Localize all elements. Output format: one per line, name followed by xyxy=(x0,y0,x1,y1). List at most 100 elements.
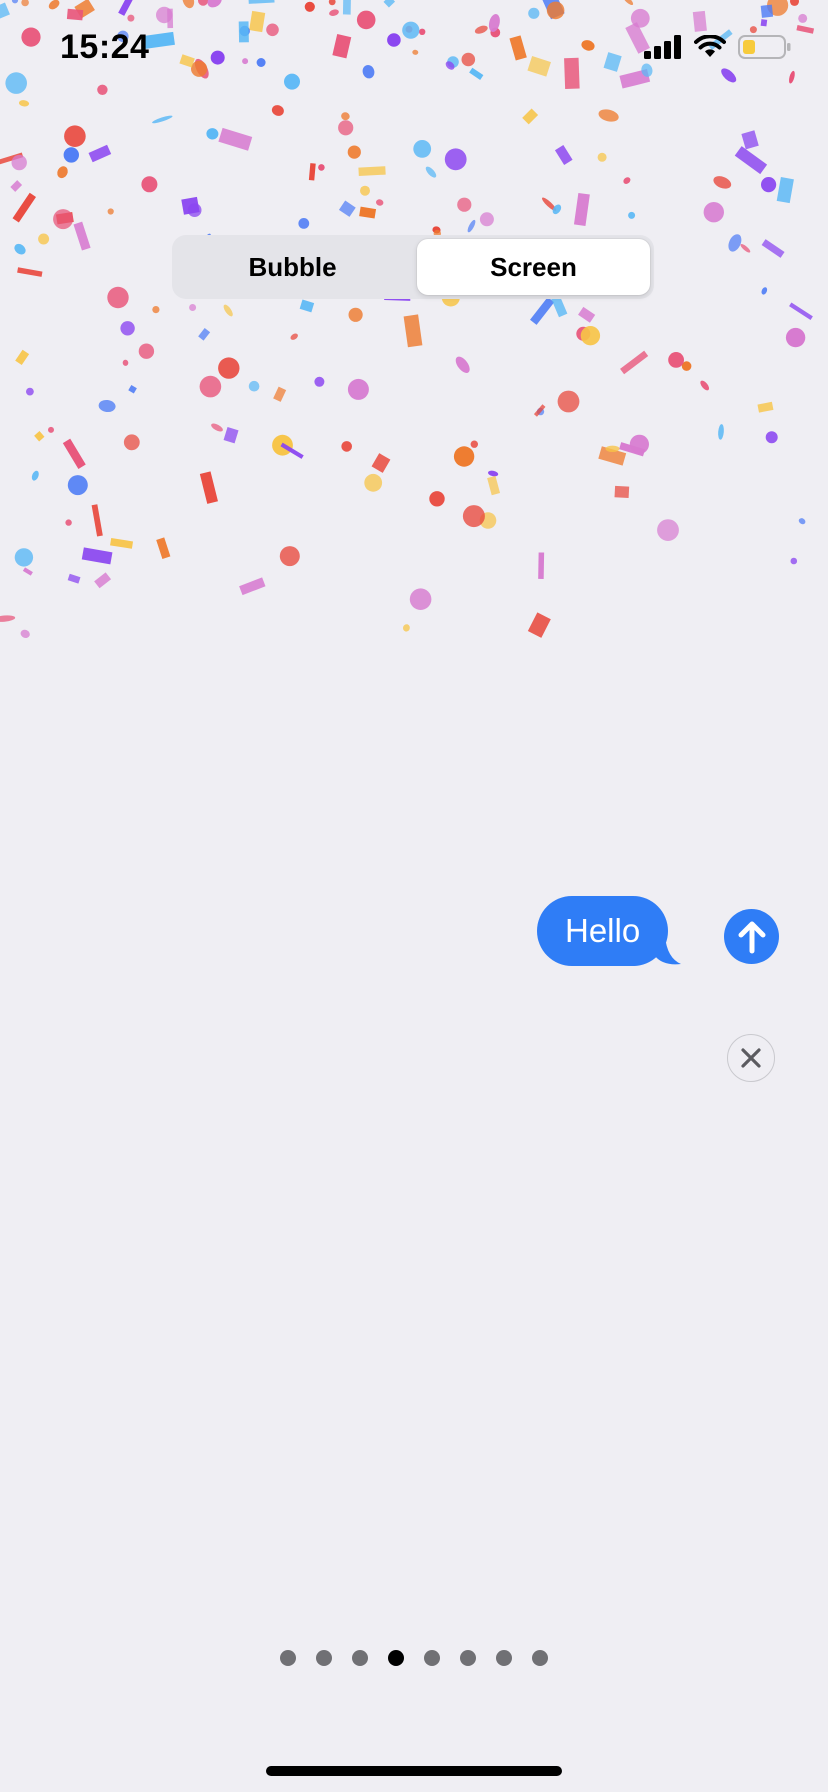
confetti-piece xyxy=(314,376,325,387)
confetti-piece xyxy=(17,267,43,277)
page-dot[interactable] xyxy=(352,1650,368,1666)
confetti-piece xyxy=(272,434,293,456)
confetti-piece xyxy=(619,442,646,457)
confetti-piece xyxy=(347,145,361,159)
confetti-piece xyxy=(141,176,158,193)
confetti-piece xyxy=(444,148,467,171)
page-dot[interactable] xyxy=(388,1650,404,1666)
page-dot[interactable] xyxy=(424,1650,440,1666)
confetti-piece xyxy=(713,176,732,189)
segment-bubble[interactable]: Bubble xyxy=(176,239,409,295)
confetti-piece xyxy=(376,199,384,206)
confetti-piece xyxy=(533,404,546,417)
confetti-piece xyxy=(761,287,768,295)
confetti-piece xyxy=(88,144,112,163)
confetti-piece xyxy=(580,326,601,346)
confetti-piece xyxy=(628,211,636,219)
confetti-piece xyxy=(700,380,710,391)
confetti-piece xyxy=(290,333,298,340)
confetti-piece xyxy=(138,343,155,359)
confetti-piece xyxy=(409,588,432,610)
confetti-piece xyxy=(341,112,350,121)
confetti-piece xyxy=(765,431,778,444)
confetti-piece xyxy=(110,538,134,549)
confetti-piece xyxy=(206,128,219,140)
confetti-piece xyxy=(53,209,74,230)
status-bar: 15:24 xyxy=(0,0,828,100)
confetti-piece xyxy=(538,552,545,579)
confetti-piece xyxy=(757,401,774,413)
confetti-piece xyxy=(413,140,432,158)
confetti-piece xyxy=(55,211,74,225)
confetti-piece xyxy=(573,192,590,226)
confetti-piece xyxy=(10,180,23,192)
confetti-piece xyxy=(552,204,562,215)
confetti-effect xyxy=(0,0,815,639)
confetti-piece xyxy=(479,212,494,227)
confetti-piece xyxy=(338,200,356,217)
confetti-piece xyxy=(189,304,197,311)
confetti-piece xyxy=(67,573,81,584)
confetti-piece xyxy=(425,166,437,178)
confetti-piece xyxy=(181,196,200,215)
confetti-piece xyxy=(14,548,34,567)
confetti-piece xyxy=(681,361,692,371)
confetti-piece xyxy=(279,546,300,567)
confetti-piece xyxy=(467,219,476,233)
confetti-piece xyxy=(11,154,27,171)
page-dot[interactable] xyxy=(496,1650,512,1666)
confetti-piece xyxy=(248,380,260,392)
confetti-piece xyxy=(487,470,499,477)
confetti-piece xyxy=(152,306,160,314)
confetti-piece xyxy=(371,453,391,473)
confetti-piece xyxy=(211,423,223,432)
confetti-piece xyxy=(598,446,627,466)
confetti-piece xyxy=(403,314,423,348)
page-dot[interactable] xyxy=(460,1650,476,1666)
confetti-piece xyxy=(536,407,545,416)
confetti-piece xyxy=(107,286,129,309)
confetti-piece xyxy=(65,519,72,526)
send-button[interactable] xyxy=(724,909,779,964)
effect-type-segmented-control: Bubble Screen xyxy=(172,235,654,299)
confetti-piece xyxy=(734,146,768,175)
page-dot[interactable] xyxy=(316,1650,332,1666)
confetti-piece xyxy=(457,197,472,212)
confetti-piece xyxy=(527,612,551,638)
page-dot[interactable] xyxy=(280,1650,296,1666)
confetti-piece xyxy=(0,152,24,165)
confetti-piece xyxy=(348,307,363,322)
confetti-piece xyxy=(218,127,253,151)
confetti-piece xyxy=(554,145,573,166)
confetti-piece xyxy=(91,504,103,537)
cancel-button[interactable] xyxy=(727,1034,775,1082)
confetti-piece xyxy=(487,475,501,496)
page-indicator xyxy=(0,1650,828,1668)
confetti-piece xyxy=(429,491,445,507)
confetti-piece xyxy=(542,197,557,211)
effect-preview-screen: 15:24 Bubble Screen Hello xyxy=(0,0,828,1792)
page-dot[interactable] xyxy=(532,1650,548,1666)
confetti-piece xyxy=(64,125,86,147)
confetti-piece xyxy=(605,445,620,452)
confetti-piece xyxy=(223,304,233,317)
confetti-piece xyxy=(462,505,485,528)
confetti-piece xyxy=(522,108,539,125)
confetti-piece xyxy=(668,352,684,368)
segment-screen[interactable]: Screen xyxy=(417,239,650,295)
confetti-piece xyxy=(34,431,45,442)
arrow-up-icon xyxy=(738,921,765,953)
confetti-piece xyxy=(198,328,211,341)
confetti-piece xyxy=(432,226,441,234)
confetti-piece xyxy=(576,326,591,341)
confetti-piece xyxy=(703,202,724,223)
confetti-piece xyxy=(123,434,140,451)
confetti-piece xyxy=(273,386,287,402)
confetti-piece xyxy=(364,473,383,492)
close-icon xyxy=(741,1048,761,1068)
confetti-piece xyxy=(620,350,649,375)
confetti-piece xyxy=(790,557,798,565)
confetti-piece xyxy=(199,375,222,398)
confetti-piece xyxy=(48,426,54,433)
confetti-piece xyxy=(358,166,386,177)
